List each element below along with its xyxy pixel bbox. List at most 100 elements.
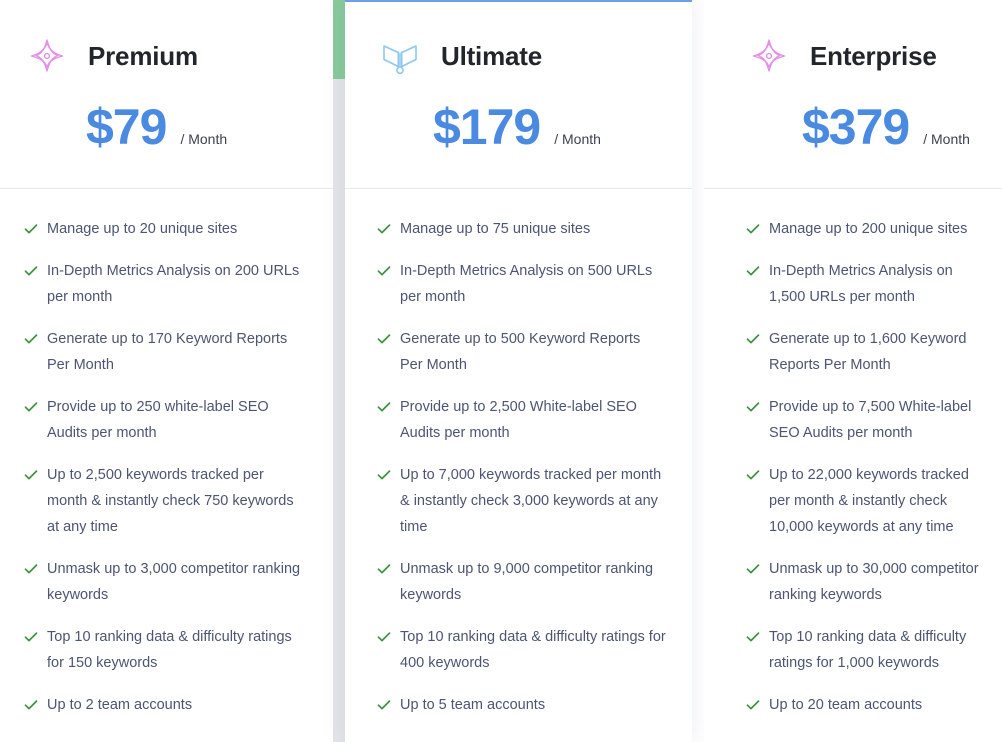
feature-text: Top 10 ranking data & difficulty ratings…	[47, 629, 292, 671]
check-icon	[24, 632, 38, 642]
feature-item: Generate up to 1,600 Keyword Reports Per…	[746, 326, 988, 378]
feature-text: Top 10 ranking data & difficulty ratings…	[769, 629, 967, 671]
feature-item: Manage up to 20 unique sites	[24, 216, 307, 242]
feature-text: Up to 22,000 keywords tracked per month …	[769, 467, 969, 535]
check-icon	[24, 402, 38, 412]
feature-text: In-Depth Metrics Analysis on 1,500 URLs …	[769, 263, 953, 305]
feature-item: In-Depth Metrics Analysis on 500 URLs pe…	[377, 258, 666, 310]
feature-text: Manage up to 20 unique sites	[47, 221, 238, 237]
price-amount-ultimate: $179	[433, 99, 541, 155]
feature-text: Up to 7,000 keywords tracked per month &…	[400, 467, 662, 535]
feature-text: Provide up to 250 white-label SEO Audits…	[47, 399, 269, 441]
plan-card-ultimate[interactable]: Ultimate $179 / Month Manage up to 75 un…	[345, 0, 692, 742]
feature-item: Up to 2,500 keywords tracked per month &…	[24, 462, 307, 540]
check-icon	[746, 700, 760, 710]
feature-list-enterprise: Manage up to 200 unique sites In-Depth M…	[704, 189, 1002, 742]
feature-item: Top 10 ranking data & difficulty ratings…	[377, 624, 666, 676]
feature-item: Generate up to 170 Keyword Reports Per M…	[24, 326, 307, 378]
plan-header-enterprise: Enterprise $379 / Month	[704, 0, 1002, 189]
feature-item: Generate up to 500 Keyword Reports Per M…	[377, 326, 666, 378]
plan-title-row-ultimate: Ultimate	[377, 30, 692, 82]
feature-text: Up to 2,500 keywords tracked per month &…	[47, 467, 294, 535]
feature-text: In-Depth Metrics Analysis on 500 URLs pe…	[400, 263, 653, 305]
feature-item: Provide up to 250 white-label SEO Audits…	[24, 394, 307, 446]
feature-item: Unmask up to 9,000 competitor ranking ke…	[377, 556, 666, 608]
feature-text: Up to 2 team accounts	[47, 697, 193, 713]
check-icon	[24, 700, 38, 710]
check-icon	[24, 334, 38, 344]
feature-text: Generate up to 500 Keyword Reports Per M…	[400, 331, 641, 373]
feature-item: Unmask up to 3,000 competitor ranking ke…	[24, 556, 307, 608]
feature-text: Manage up to 75 unique sites	[400, 221, 591, 237]
price-row-ultimate: $179 / Month	[377, 102, 692, 152]
feature-text: Provide up to 7,500 White-label SEO Audi…	[769, 399, 972, 441]
check-icon	[746, 632, 760, 642]
price-amount-enterprise: $379	[802, 99, 910, 155]
check-icon	[746, 402, 760, 412]
feature-list-ultimate: Manage up to 75 unique sites In-Depth Me…	[345, 189, 692, 742]
check-icon	[377, 470, 391, 480]
plan-name-premium: Premium	[88, 41, 198, 71]
check-icon	[377, 402, 391, 412]
check-icon	[377, 564, 391, 574]
check-icon	[746, 564, 760, 574]
plan-name-enterprise: Enterprise	[810, 41, 937, 71]
check-icon	[24, 224, 38, 234]
feature-text: Unmask up to 30,000 competitor ranking k…	[769, 561, 979, 603]
plan-header-premium: Premium $79 / Month	[0, 0, 333, 189]
feature-item: Up to 20 team accounts	[746, 692, 988, 718]
check-icon	[377, 266, 391, 276]
check-icon	[24, 470, 38, 480]
check-icon	[377, 632, 391, 642]
feature-item: Up to 22,000 keywords tracked per month …	[746, 462, 988, 540]
feature-item: Up to 5 team accounts	[377, 692, 666, 718]
plan-card-enterprise[interactable]: Enterprise $379 / Month Manage up to 200…	[704, 0, 1002, 742]
feature-item: Provide up to 7,500 White-label SEO Audi…	[746, 394, 988, 446]
price-period-enterprise: / Month	[923, 131, 970, 147]
feature-item: Provide up to 2,500 White-label SEO Audi…	[377, 394, 666, 446]
feature-text: Top 10 ranking data & difficulty ratings…	[400, 629, 666, 671]
price-period-premium: / Month	[180, 131, 228, 147]
feature-text: Generate up to 1,600 Keyword Reports Per…	[769, 331, 967, 373]
feature-text: Up to 5 team accounts	[400, 697, 546, 713]
price-period-ultimate: / Month	[554, 131, 601, 147]
feature-item: Top 10 ranking data & difficulty ratings…	[746, 624, 988, 676]
feature-text: In-Depth Metrics Analysis on 200 URLs pe…	[47, 263, 300, 305]
plan-header-ultimate: Ultimate $179 / Month	[345, 0, 692, 189]
feature-text: Provide up to 2,500 White-label SEO Audi…	[400, 399, 637, 441]
pricing-table: Premium $79 / Month Manage up to 20 uniq…	[0, 0, 1002, 742]
four-point-star-icon	[30, 39, 64, 72]
check-icon	[746, 470, 760, 480]
feature-text: Manage up to 200 unique sites	[769, 221, 968, 237]
price-amount-premium: $79	[86, 99, 167, 155]
check-icon	[746, 266, 760, 276]
plan-title-row-enterprise: Enterprise	[746, 30, 1002, 82]
check-icon	[746, 334, 760, 344]
feature-item: Up to 2 team accounts	[24, 692, 307, 718]
feature-item: In-Depth Metrics Analysis on 1,500 URLs …	[746, 258, 988, 310]
plan-card-premium[interactable]: Premium $79 / Month Manage up to 20 uniq…	[0, 0, 333, 742]
feature-item: In-Depth Metrics Analysis on 200 URLs pe…	[24, 258, 307, 310]
check-icon	[377, 700, 391, 710]
check-icon	[377, 334, 391, 344]
plan-name-ultimate: Ultimate	[441, 41, 542, 71]
feature-text: Up to 20 team accounts	[769, 697, 923, 713]
feature-item: Top 10 ranking data & difficulty ratings…	[24, 624, 307, 676]
check-icon	[24, 564, 38, 574]
wings-icon	[383, 45, 417, 75]
check-icon	[24, 266, 38, 276]
feature-text: Generate up to 170 Keyword Reports Per M…	[47, 331, 288, 373]
feature-item: Up to 7,000 keywords tracked per month &…	[377, 462, 666, 540]
plan-title-row-premium: Premium	[24, 30, 333, 82]
price-row-premium: $79 / Month	[24, 102, 333, 152]
feature-item: Manage up to 75 unique sites	[377, 216, 666, 242]
feature-text: Unmask up to 3,000 competitor ranking ke…	[47, 561, 301, 603]
feature-item: Unmask up to 30,000 competitor ranking k…	[746, 556, 988, 608]
price-row-enterprise: $379 / Month	[746, 102, 1002, 152]
check-icon	[746, 224, 760, 234]
feature-text: Unmask up to 9,000 competitor ranking ke…	[400, 561, 654, 603]
feature-item: Manage up to 200 unique sites	[746, 216, 988, 242]
four-point-star-icon	[752, 39, 786, 72]
check-icon	[377, 224, 391, 234]
feature-list-premium: Manage up to 20 unique sites In-Depth Me…	[0, 189, 333, 742]
